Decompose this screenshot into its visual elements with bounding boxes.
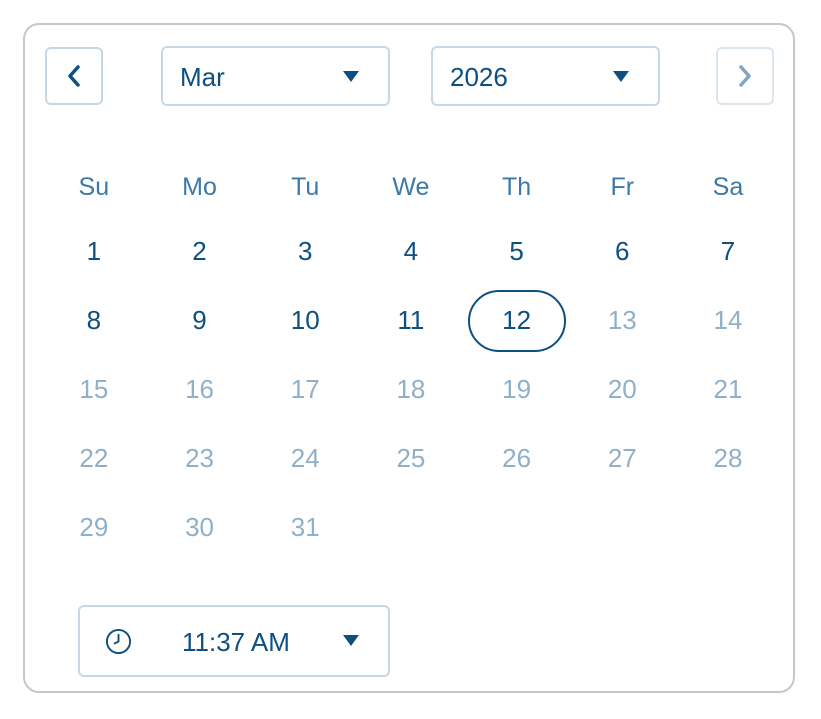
- chevron-down-icon: [613, 71, 629, 82]
- day-cell: 13: [569, 286, 675, 355]
- day-cell[interactable]: 5: [464, 217, 570, 286]
- day-number: 6: [615, 236, 630, 266]
- clock-icon: [105, 628, 132, 655]
- day-number: 4: [403, 236, 419, 266]
- day-number: 13: [607, 305, 637, 335]
- day-cell[interactable]: 4: [358, 217, 464, 286]
- day-cell[interactable]: 7: [675, 217, 781, 286]
- time-value: 11:37 AM: [182, 627, 290, 657]
- day-number: 15: [79, 374, 109, 404]
- day-cell: 16: [147, 355, 253, 424]
- chevron-down-icon: [343, 635, 359, 646]
- weekday-label: Mo: [182, 173, 217, 201]
- date-time-picker: Mar 2026 Su Mo Tu We Th Fr Sa 1234567891…: [23, 23, 795, 693]
- weekday-label: Th: [502, 173, 532, 201]
- day-number: 25: [396, 443, 426, 473]
- day-cell: 22: [41, 424, 147, 493]
- day-cell: 21: [675, 355, 781, 424]
- day-cell: 23: [147, 424, 253, 493]
- day-number: 14: [713, 305, 743, 335]
- month-value: Mar: [180, 62, 225, 92]
- day-number: 23: [185, 443, 214, 473]
- day-cell: 30: [147, 493, 253, 562]
- day-cell[interactable]: 3: [252, 217, 358, 286]
- weekday-label: Fr: [610, 173, 635, 201]
- chevron-left-icon: [68, 65, 80, 87]
- day-number: 2: [192, 236, 207, 266]
- year-value: 2026: [450, 62, 508, 92]
- year-select[interactable]: 2026: [431, 46, 660, 106]
- day-number: 11: [397, 305, 425, 335]
- day-cell: 15: [41, 355, 147, 424]
- next-month-button[interactable]: [716, 47, 774, 105]
- day-cell[interactable]: 10: [252, 286, 358, 355]
- day-number: 12: [502, 305, 532, 335]
- day-number: 22: [79, 443, 109, 473]
- day-cell[interactable]: 11: [358, 286, 464, 355]
- day-cell: 27: [569, 424, 675, 493]
- weekday-label: We: [392, 173, 430, 201]
- day-cell: 31: [252, 493, 358, 562]
- day-number: 1: [86, 236, 102, 266]
- chevron-right-icon: [739, 65, 751, 87]
- weekday-label: Tu: [291, 173, 320, 201]
- day-cell: 14: [675, 286, 781, 355]
- day-number: 8: [86, 305, 102, 335]
- day-number: 5: [509, 236, 524, 266]
- day-number: 20: [607, 374, 637, 404]
- day-cell: 19: [464, 355, 570, 424]
- weekday-label: Su: [78, 173, 110, 201]
- day-cell[interactable]: 1: [41, 217, 147, 286]
- day-cell: 29: [41, 493, 147, 562]
- day-cell: 17: [252, 355, 358, 424]
- weekday-header: Su Mo Tu We Th Fr Sa: [41, 165, 781, 209]
- day-grid: 1 2 3 4 5 6 7 8 9 10 11 12 13 14 15 16 17 18 19 20 21 22 23 24 2…: [41, 217, 781, 562]
- day-number: 28: [713, 443, 743, 473]
- day-number: 3: [297, 236, 313, 266]
- day-number: 27: [607, 443, 637, 473]
- day-number: 31: [290, 512, 320, 542]
- day-cell: 20: [569, 355, 675, 424]
- day-number: 19: [502, 374, 532, 404]
- day-number: 17: [290, 374, 320, 404]
- day-cell-selected[interactable]: 12: [464, 286, 570, 355]
- day-number: 29: [79, 512, 109, 542]
- chevron-down-icon: [343, 71, 359, 82]
- day-cell[interactable]: 8: [41, 286, 147, 355]
- day-cell: 26: [464, 424, 570, 493]
- day-cell[interactable]: 9: [147, 286, 253, 355]
- day-number: 16: [185, 374, 214, 404]
- day-number: 21: [713, 374, 743, 404]
- day-number: 10: [290, 305, 320, 335]
- previous-month-button[interactable]: [45, 47, 103, 105]
- weekday-label: Sa: [712, 173, 744, 201]
- month-select[interactable]: Mar: [161, 46, 390, 106]
- day-cell[interactable]: 6: [569, 217, 675, 286]
- day-number: 30: [185, 512, 214, 542]
- day-cell[interactable]: 2: [147, 217, 253, 286]
- day-cell: 25: [358, 424, 464, 493]
- day-number: 7: [720, 236, 736, 266]
- day-number: 26: [502, 443, 532, 473]
- day-cell: 24: [252, 424, 358, 493]
- day-number: 9: [192, 305, 207, 335]
- day-number: 18: [396, 374, 426, 404]
- day-number: 24: [290, 443, 320, 473]
- time-select[interactable]: 11:37 AM: [78, 605, 390, 677]
- day-cell: 18: [358, 355, 464, 424]
- day-cell: 28: [675, 424, 781, 493]
